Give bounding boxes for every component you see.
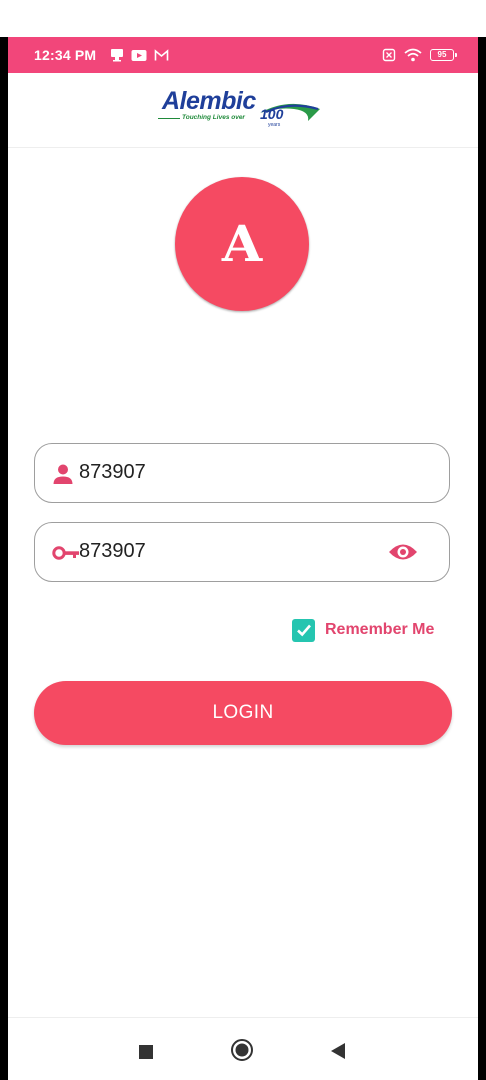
person-icon [52,463,74,490]
top-margin [0,0,486,37]
key-icon [52,542,80,569]
check-icon [296,624,311,637]
status-bar: 12:34 PM 95 [8,37,478,73]
monitor-icon [110,48,124,62]
logo-rule [158,118,180,119]
remember-me-checkbox[interactable] [292,618,315,642]
notification-icons [110,48,169,62]
login-button[interactable]: LOGIN [34,681,452,745]
avatar-letter: A [221,215,263,273]
logo-tagline: Touching Lives over [182,114,245,121]
remember-me[interactable]: Remember Me [292,617,434,643]
logo-years: years [268,122,281,128]
eye-icon[interactable] [387,539,419,565]
back-icon[interactable] [330,1042,346,1065]
username-field[interactable]: 873907 [34,443,450,503]
alembic-logo: Alembic Touching Lives over 100 years [158,87,328,133]
phone-screen: 12:34 PM 95 Alembic Touching Lives over … [8,37,478,1080]
system-icons: 95 [382,48,457,62]
logo-name: Alembic [162,87,256,115]
username-value: 873907 [79,461,146,483]
status-time: 12:34 PM [34,47,97,63]
home-icon[interactable] [230,1038,254,1067]
password-field[interactable]: 873907 [34,522,450,582]
battery-icon: 95 [430,49,457,61]
app-avatar: A [175,177,309,311]
navigation-bar [8,1017,478,1080]
remember-me-label: Remember Me [325,621,435,638]
password-value: 873907 [79,540,146,562]
recents-icon[interactable] [138,1044,154,1065]
sim-icon [382,48,396,62]
youtube-icon [131,49,147,62]
logo-number: 100 [260,106,284,122]
wifi-icon [404,48,422,62]
app-header: Alembic Touching Lives over 100 years [8,73,478,148]
gmail-icon [154,48,169,62]
